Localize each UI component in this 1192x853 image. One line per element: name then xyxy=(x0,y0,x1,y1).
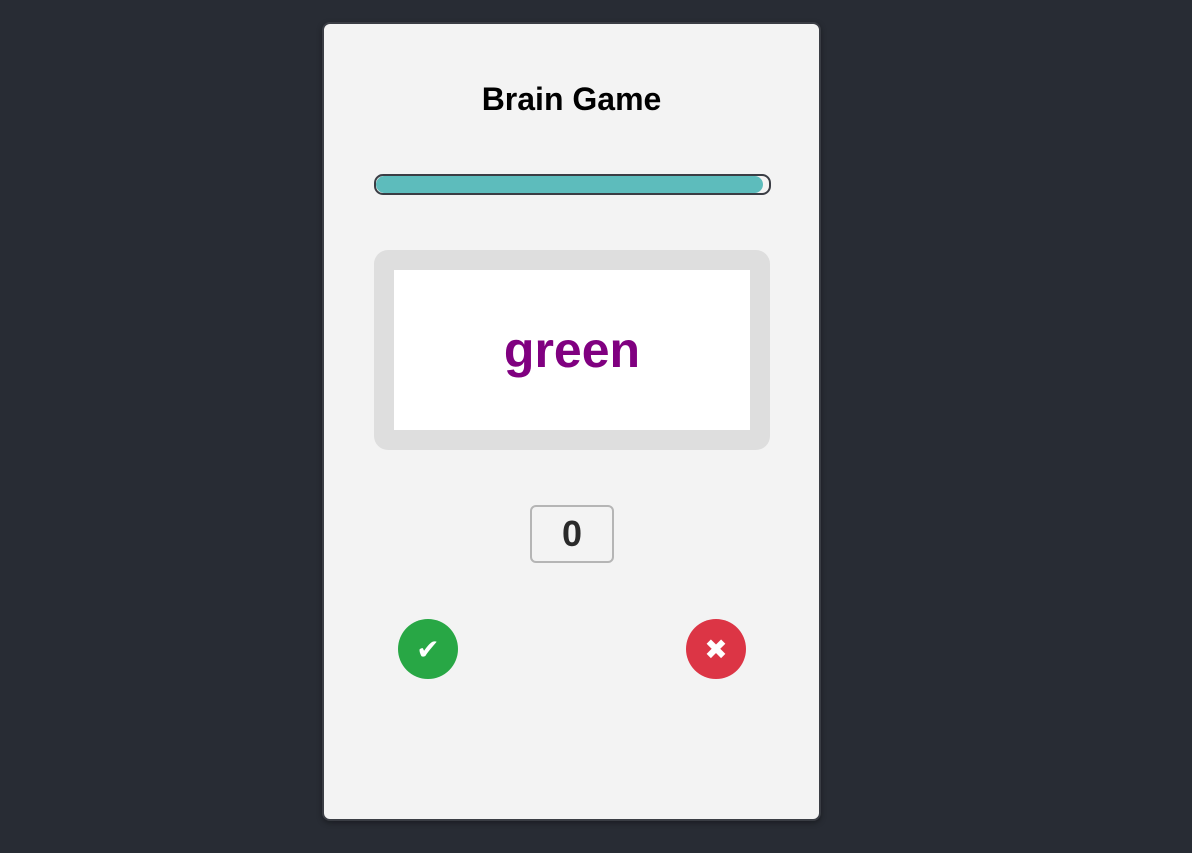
game-title: Brain Game xyxy=(481,81,662,117)
word-display: green xyxy=(394,270,750,430)
match-yes-button[interactable]: ✔ xyxy=(398,619,458,679)
color-word: green xyxy=(503,322,641,378)
match-no-button[interactable]: ✖ xyxy=(686,619,746,679)
check-icon: ✔ xyxy=(416,632,440,666)
timer-progress-bar xyxy=(374,174,771,195)
cross-icon: ✖ xyxy=(704,632,728,666)
game-card: Brain Game green 0 ✔ ✖ xyxy=(322,22,821,821)
word-frame: green xyxy=(374,250,770,450)
score-display: 0 xyxy=(530,505,614,563)
timer-progress-fill xyxy=(376,176,764,193)
